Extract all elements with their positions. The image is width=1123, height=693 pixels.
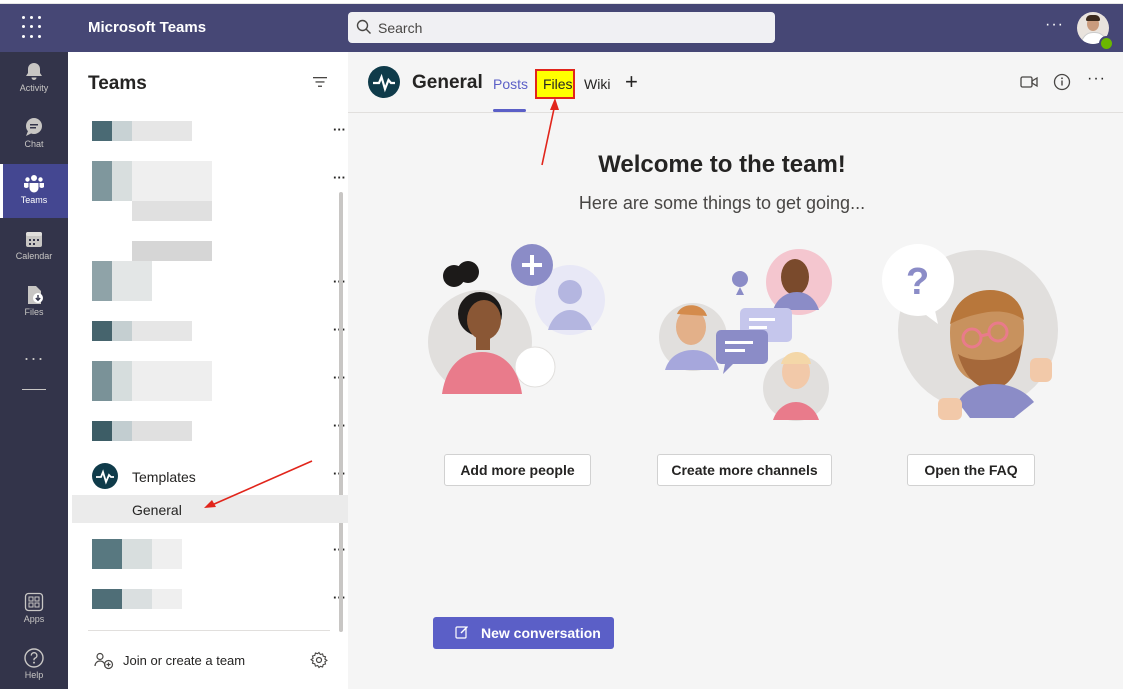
info-icon[interactable] [1053,73,1071,91]
team-more-options[interactable]: ··· [333,170,346,185]
rail-item-files[interactable]: Files [0,276,68,330]
rail-item-apps[interactable]: Apps [0,583,68,637]
filter-icon[interactable] [313,76,327,88]
compose-icon [455,626,468,639]
search-icon [356,19,371,34]
team-name: Templates [132,469,196,485]
add-team-icon [94,652,114,670]
bell-icon [26,63,42,80]
rail-label-files: Files [24,307,44,317]
channel-logo [368,66,400,98]
panel-title: Teams [88,73,147,94]
help-icon [24,648,44,668]
create-more-channels-button[interactable]: Create more channels [657,454,832,486]
welcome-heading: Welcome to the team! [598,151,846,178]
faq-illustration: ? [882,244,1058,420]
welcome-subtitle: Here are some things to get going... [578,193,866,213]
search-placeholder: Search [378,20,423,36]
search-input[interactable]: Search [348,12,775,43]
channel-view: General Posts Files Wiki + ··· Welcome t… [348,52,1123,689]
team-item-templates[interactable]: Templates [92,463,342,493]
rail-label-activity: Activity [19,83,49,93]
new-conversation-label: New conversation [481,625,601,641]
create-channels-illustration [659,249,832,421]
video-call-icon[interactable] [1020,74,1038,90]
channel-more-icon[interactable]: ··· [1087,70,1106,88]
rail-label-teams: Teams [20,195,48,205]
channel-header: General Posts Files Wiki + ··· [348,52,1123,113]
rail-label-calendar: Calendar [15,251,53,261]
tab-wiki[interactable]: Wiki [584,76,610,92]
rail-label-help: Help [24,670,44,680]
teams-icon [24,175,44,193]
rail-item-calendar[interactable]: Calendar [0,220,68,274]
rail-item-activity[interactable]: Activity [0,52,68,106]
tab-posts[interactable]: Posts [493,76,528,92]
settings-more-icon[interactable]: ··· [1045,16,1064,34]
rail-item-help[interactable]: Help [0,639,68,693]
team-logo [92,463,118,489]
gear-icon[interactable] [310,651,328,669]
active-tab-indicator [493,109,526,112]
presence-available-icon [1099,36,1114,51]
channel-title: General [412,72,483,93]
calendar-icon [26,232,42,247]
rail-label-chat: Chat [24,139,44,149]
channel-name: General [132,502,182,518]
panel-scrollbar[interactable] [339,192,343,632]
tab-files[interactable]: Files [543,76,573,92]
new-conversation-button[interactable]: New conversation [433,617,614,649]
join-or-create-team-button[interactable]: Join or create a team [94,649,334,673]
add-more-people-button[interactable]: Add more people [444,454,591,486]
pulse-icon [373,73,395,93]
app-bar: Activity Chat Teams Calendar Files ··· A… [0,52,68,689]
open-faq-button[interactable]: Open the FAQ [907,454,1035,486]
title-bar: Microsoft Teams Search ··· [0,4,1123,52]
teams-panel: Teams ··· ··· ··· ··· ··· ··· ··· ··· ··… [68,52,349,689]
chat-icon [26,118,42,136]
apps-icon [24,592,44,612]
rail-label-apps: Apps [23,614,45,624]
rail-item-chat[interactable]: Chat [0,108,68,162]
join-label: Join or create a team [123,653,246,668]
team-more-options[interactable]: ··· [333,122,346,137]
files-icon [28,286,43,304]
svg-text:?: ? [906,261,929,303]
add-people-illustration [428,244,605,394]
more-apps-icon[interactable]: ··· [0,348,68,369]
rail-item-teams[interactable]: Teams [0,164,68,218]
channel-item-general[interactable]: General [72,495,348,523]
app-launcher-icon[interactable] [22,16,46,40]
pulse-icon [96,469,114,485]
app-title: Microsoft Teams [88,19,207,36]
panel-divider [88,630,330,631]
add-tab-button[interactable]: + [625,69,638,95]
rail-divider [22,389,46,390]
